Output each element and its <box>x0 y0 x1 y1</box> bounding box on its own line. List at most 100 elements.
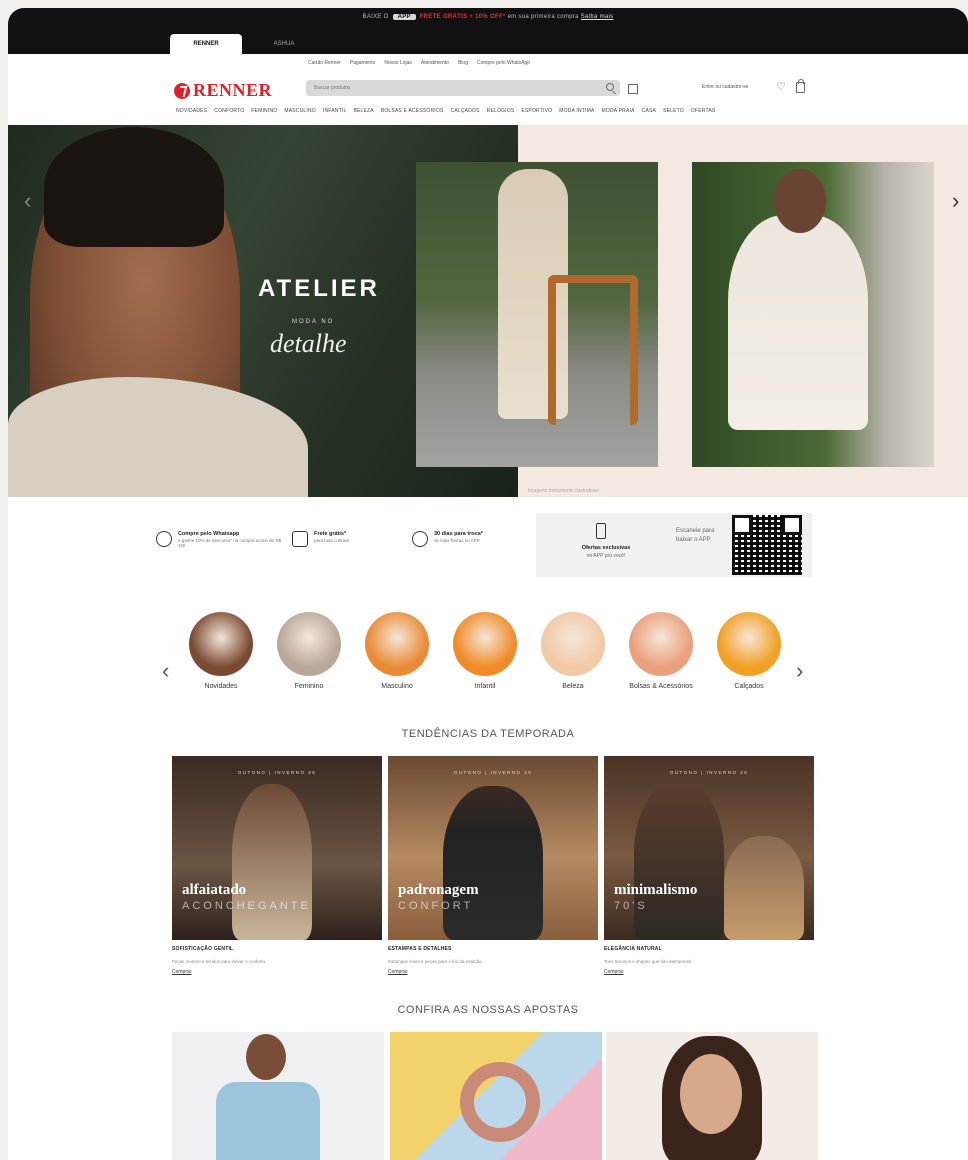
whatsapp-icon <box>156 531 172 547</box>
trend-description: Peças neutras e tecidos para elevar o co… <box>172 959 267 964</box>
search-icon[interactable] <box>606 83 614 91</box>
nav-item[interactable]: SELETO <box>663 108 684 114</box>
category-image <box>541 612 605 676</box>
hero-prev-arrow[interactable]: ‹ <box>24 190 31 212</box>
app-qr-code <box>732 515 802 575</box>
bet-card-womenswear[interactable] <box>606 1032 818 1160</box>
truck-icon <box>292 531 308 547</box>
category-calcados[interactable]: Calçados <box>714 612 784 691</box>
hero-standing-head <box>774 169 826 233</box>
trend-card[interactable]: OUTONO | INVERNO 25 minimalismo 70'S ELE… <box>604 756 814 975</box>
heart-icon[interactable]: ♡ <box>776 82 786 93</box>
nav-item[interactable]: MODA ÍNTIMA <box>559 108 594 114</box>
bet-card-beauty[interactable] <box>390 1032 602 1160</box>
benefit-free-shipping[interactable]: Frete grátis* para todo o Brasil <box>292 531 349 547</box>
bets-section-title: CONFIRA AS NOSSAS APOSTAS <box>397 1004 579 1016</box>
category-feminino[interactable]: Feminino <box>274 612 344 691</box>
app-promo-box[interactable]: Ofertas exclusivas no APP pra você! Esca… <box>536 513 812 577</box>
nav-item[interactable]: INFANTIL <box>323 108 347 114</box>
service-links: Cartão Renner Pagamento Novos Lojas Aten… <box>308 60 530 66</box>
nav-item[interactable]: RELÓGIOS <box>487 108 515 114</box>
bag-icon[interactable] <box>796 79 805 93</box>
service-link-support[interactable]: Atendimento <box>421 60 449 66</box>
promo-highlight: FRETE GRÁTIS + 10% OFF* <box>419 14 506 20</box>
categories-next-arrow[interactable]: › <box>796 660 803 682</box>
renner-logo-icon <box>174 82 190 99</box>
category-infantil[interactable]: Infantil <box>450 612 520 691</box>
trend-buy-link[interactable]: Comprar <box>172 969 382 975</box>
trend-model <box>232 784 312 940</box>
hero-model-shoulder <box>8 377 308 497</box>
nav-item[interactable]: OFERTAS <box>691 108 716 114</box>
category-bolsas-acessorios[interactable]: Bolsas & Acessórios <box>626 612 696 691</box>
trend-buy-link[interactable]: Comprar <box>388 969 598 975</box>
trend-card[interactable]: OUTONO | INVERNO 25 alfaiatado ACONCHEGA… <box>172 756 382 975</box>
trend-image: OUTONO | INVERNO 25 padronagem CONFORT <box>388 756 598 940</box>
trend-image: OUTONO | INVERNO 25 minimalismo 70'S <box>604 756 814 940</box>
trend-heading: ESTAMPAS E DETALHES <box>388 946 452 952</box>
nav-item[interactable]: CASA <box>642 108 656 114</box>
service-link-card[interactable]: Cartão Renner <box>308 60 341 66</box>
app-badge: APP <box>392 14 416 20</box>
search-input[interactable]: Buscar produtos <box>306 80 620 96</box>
trends-section-title: TENDÊNCIAS DA TEMPORADA <box>401 728 575 740</box>
hero-chair <box>548 275 638 425</box>
hero-banner[interactable]: ATELIER MODA NO detalhe Imagens merament… <box>8 125 968 497</box>
renner-logo[interactable]: RENNER <box>174 80 272 101</box>
tab-renner[interactable]: RENNER <box>170 34 242 54</box>
hero-caption: Imagens meramente ilustrativas <box>528 488 599 494</box>
trend-model <box>724 836 804 940</box>
trend-image: OUTONO | INVERNO 25 alfaiatado ACONCHEGA… <box>172 756 382 940</box>
trend-description: Tons terrosos e shapes que são atemporai… <box>604 959 693 964</box>
hero-subtitle-small: MODA NO <box>292 319 335 325</box>
category-image <box>717 612 781 676</box>
benefit-exchange[interactable]: 30 dias para troca* de lojas físicas ou A… <box>412 531 483 547</box>
category-beleza[interactable]: Beleza <box>538 612 608 691</box>
trend-model <box>443 786 543 940</box>
trend-model <box>634 782 724 940</box>
category-novidades[interactable]: Novidades <box>186 612 256 691</box>
bet-model-face <box>680 1054 742 1134</box>
hero-standing-model <box>728 215 868 430</box>
nav-item[interactable]: NOVIDADES <box>176 108 207 114</box>
hero-model-hair <box>44 127 224 247</box>
nav-item[interactable]: FEMININO <box>251 108 277 114</box>
promo-text[interactable]: BAIXE O APP FRETE GRÁTIS + 10% OFF* em s… <box>8 14 968 20</box>
nav-item[interactable]: BOLSAS E ACESSÓRIOS <box>381 108 444 114</box>
category-image <box>629 612 693 676</box>
categories-prev-arrow[interactable]: ‹ <box>162 660 169 682</box>
nav-item[interactable]: CONFORTO <box>214 108 244 114</box>
promo-link[interactable]: Saiba mais <box>581 14 614 20</box>
bet-model-shirt <box>216 1082 320 1160</box>
bet-card-menswear[interactable] <box>172 1032 384 1160</box>
hero-title: ATELIER <box>258 275 380 302</box>
tab-ashua[interactable]: ASHUA <box>248 34 320 54</box>
nav-item[interactable]: ESPORTIVO <box>521 108 552 114</box>
qr-scan-icon[interactable] <box>628 84 638 94</box>
benefit-whatsapp[interactable]: Compre pelo Whatsapp e ganhe 10% de desco… <box>156 531 288 548</box>
category-image <box>189 612 253 676</box>
nav-item[interactable]: BELEZA <box>353 108 373 114</box>
bet-lipsticks <box>460 1062 540 1142</box>
trend-card[interactable]: OUTONO | INVERNO 25 padronagem CONFORT E… <box>388 756 598 975</box>
service-link-blog[interactable]: Blog <box>458 60 468 66</box>
trend-buy-link[interactable]: Comprar <box>604 969 814 975</box>
category-nav: NOVIDADES CONFORTO FEMININO MASCULINO IN… <box>176 108 715 114</box>
nav-item[interactable]: MASCULINO <box>284 108 316 114</box>
category-masculino[interactable]: Masculino <box>362 612 432 691</box>
service-link-whatsapp[interactable]: Compre pelo WhatsApp <box>477 60 530 66</box>
bet-model-head <box>246 1034 286 1080</box>
trend-heading: ELEGÂNCIA NATURAL <box>604 946 662 952</box>
top-promo-bar: BAIXE O APP FRETE GRÁTIS + 10% OFF* em s… <box>8 8 968 54</box>
service-link-stores[interactable]: Novos Lojas <box>384 60 412 66</box>
nav-item[interactable]: MODA PRAIA <box>602 108 635 114</box>
exchange-icon <box>412 531 428 547</box>
nav-item[interactable]: CALÇADOS <box>451 108 480 114</box>
service-link-payment[interactable]: Pagamento <box>350 60 376 66</box>
login-link[interactable]: Entre ou cadastre-se <box>702 84 748 90</box>
hero-next-arrow[interactable]: › <box>952 190 959 212</box>
hero-subtitle-script: detalhe <box>270 329 347 358</box>
trend-description: Estampas leves e peças para o frio da es… <box>388 959 483 964</box>
browser-frame: BAIXE O APP FRETE GRÁTIS + 10% OFF* em s… <box>8 8 968 1160</box>
trend-heading: SOFISTICAÇÃO GENTIL <box>172 946 234 952</box>
